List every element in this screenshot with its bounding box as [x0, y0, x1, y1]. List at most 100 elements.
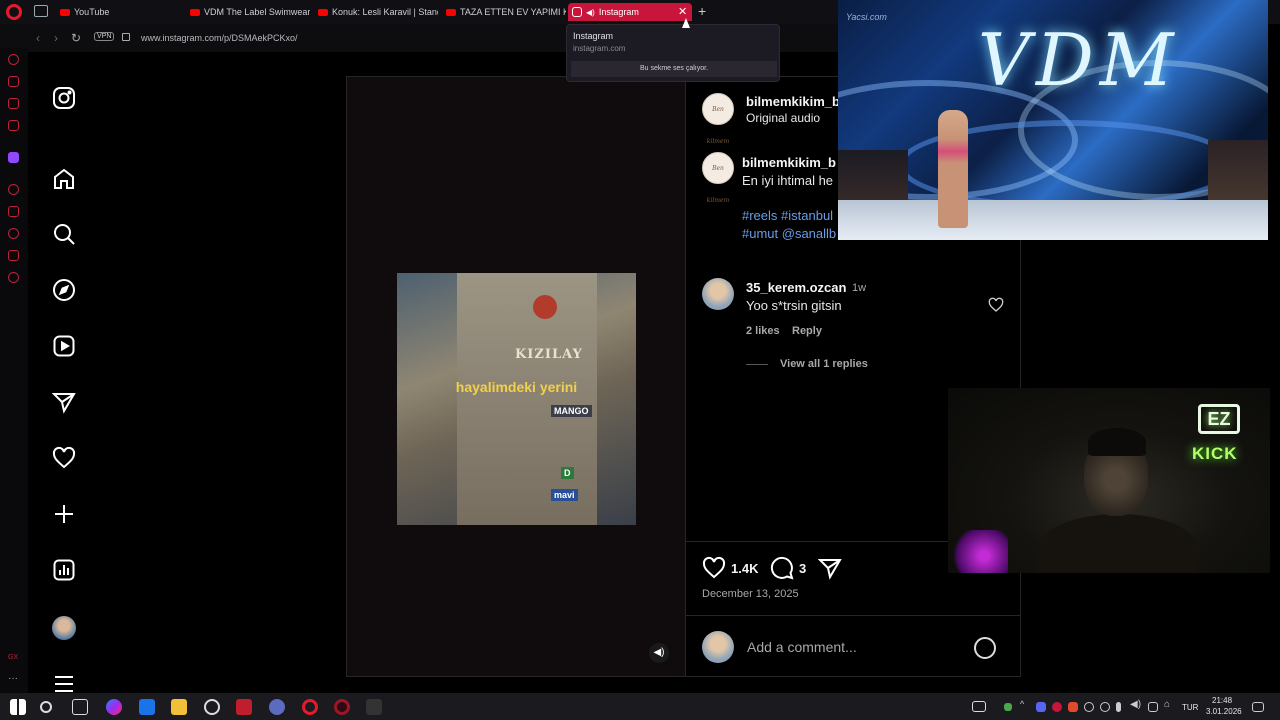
commenter-avatar[interactable] [702, 278, 734, 310]
sidebar-app-icon[interactable] [8, 98, 19, 109]
comment-likes[interactable]: 2 likes [746, 325, 780, 337]
vpn-badge[interactable]: VPN [94, 32, 115, 41]
app-icon[interactable] [269, 699, 285, 715]
share-icon[interactable] [818, 556, 842, 580]
add-comment-input[interactable]: Add a comment... [747, 639, 857, 655]
vdm-logo: VDM [978, 18, 1180, 102]
keyboard-icon[interactable] [972, 701, 986, 712]
reload-icon[interactable]: ↻ [71, 31, 81, 45]
audio-label[interactable]: Original audio [746, 111, 820, 125]
clock-time[interactable]: 21:48 [1212, 696, 1232, 705]
tab-vdm[interactable]: VDM The Label Swimwear [186, 3, 310, 21]
youtube-icon [446, 8, 456, 16]
new-tab-button[interactable]: + [698, 3, 706, 19]
tray-icon[interactable] [1052, 702, 1062, 712]
sidebar-app-icon[interactable] [8, 206, 19, 217]
tab-hover-tooltip: Instagram instagram.com Bu sekme ses çal… [566, 24, 780, 82]
twitch-icon[interactable] [8, 152, 19, 163]
windows-start-icon[interactable] [10, 699, 26, 715]
tab-label: YouTube [74, 7, 110, 17]
back-icon[interactable]: ‹ [36, 31, 40, 45]
history-icon[interactable] [8, 228, 19, 239]
comment-username[interactable]: 35_kerem.ozcan [746, 280, 846, 295]
youtube-icon [60, 8, 70, 16]
language-indicator[interactable]: TUR [1182, 703, 1198, 712]
opera-gx-icon[interactable] [334, 699, 350, 715]
sidebar-app-icon[interactable] [8, 120, 19, 131]
heart-icon[interactable] [52, 446, 76, 470]
reel-video-pane[interactable]: KIZILAY hayalimdeki yerini MANGO mavi D … [347, 77, 685, 676]
opera-logo-icon[interactable] [6, 4, 22, 20]
search-icon[interactable] [40, 701, 52, 713]
caption-username[interactable]: bilmemkikim_b [742, 155, 836, 170]
tooltip-audio-status: Bu sekme ses çalıyor. [571, 61, 777, 77]
windows-taskbar: ^ ◀) ⌂ TUR 21:48 3.01.2026 [0, 693, 1280, 720]
notifications-icon[interactable] [1252, 702, 1264, 712]
copilot-icon[interactable] [106, 699, 122, 715]
author-avatar[interactable]: Ben kilmem [702, 93, 734, 145]
tooltip-title: Instagram [573, 31, 614, 41]
sidebar-app-icon[interactable] [8, 250, 19, 261]
tab-taza[interactable]: TAZA ETTEN EV YAPIMI KA [442, 3, 566, 21]
settings-icon[interactable] [8, 272, 19, 283]
reels-icon[interactable] [52, 334, 76, 358]
caption-avatar[interactable]: Ben kilmem [702, 152, 734, 204]
tab-instagram[interactable]: ◀) Instagram [568, 3, 692, 21]
tab-youtube[interactable]: YouTube [56, 3, 180, 21]
tray-icon[interactable] [1004, 703, 1012, 711]
tray-icon[interactable] [1084, 702, 1094, 712]
messenger-icon[interactable] [8, 54, 19, 65]
post-date[interactable]: December 13, 2025 [702, 588, 799, 600]
comment-bubble-icon[interactable] [770, 556, 794, 580]
messages-icon[interactable] [51, 390, 76, 414]
reel-video[interactable]: KIZILAY hayalimdeki yerini MANGO mavi D [397, 273, 636, 525]
speaker-icon[interactable]: ◀) [1130, 699, 1146, 715]
user-avatar[interactable] [702, 631, 734, 663]
comment-like-heart-icon[interactable] [988, 297, 1004, 313]
like-heart-icon[interactable] [702, 556, 726, 580]
likes-count[interactable]: 1.4K [731, 561, 758, 576]
app-icon[interactable] [139, 699, 155, 715]
home-icon[interactable] [52, 167, 76, 191]
explore-icon[interactable] [52, 278, 76, 302]
app-icon[interactable] [204, 699, 220, 715]
gx-icon[interactable]: GX [8, 654, 19, 665]
file-explorer-icon[interactable] [171, 699, 187, 715]
sidebar-app-icon[interactable] [8, 76, 19, 87]
sound-toggle-button[interactable]: ◀) [649, 643, 669, 663]
tab-label: Instagram [598, 7, 639, 17]
lock-icon[interactable] [122, 33, 130, 41]
tray-icon[interactable] [1100, 702, 1110, 712]
profile-avatar[interactable] [52, 616, 76, 640]
microphone-icon[interactable] [1116, 702, 1121, 712]
search-icon[interactable] [52, 222, 76, 246]
caption-hashtags[interactable]: #umut @sanallb [742, 226, 836, 241]
chevron-up-icon[interactable]: ^ [1020, 699, 1036, 715]
dashboard-icon[interactable] [52, 558, 76, 582]
forward-icon[interactable]: › [54, 31, 58, 45]
url-field[interactable]: www.instagram.com/p/DSMAekPCKxo/ [141, 33, 298, 43]
comment-reply-button[interactable]: Reply [792, 325, 822, 337]
sidebar-more-icon[interactable]: ··· [8, 674, 19, 685]
sidebar-app-icon[interactable] [8, 184, 19, 195]
instagram-logo-icon[interactable] [52, 86, 76, 110]
tray-icon[interactable] [1148, 702, 1158, 712]
close-tab-icon[interactable]: ✕ [678, 5, 687, 18]
clock-date[interactable]: 3.01.2026 [1206, 707, 1242, 716]
pip-video-runway[interactable]: VDM Yacsi.com [838, 0, 1268, 240]
task-view-icon[interactable] [72, 699, 88, 715]
opera-icon[interactable] [302, 699, 318, 715]
network-icon[interactable]: ⌂ [1164, 699, 1180, 715]
tab-konuk[interactable]: Konuk: Lesli Karavil | Stand [314, 3, 438, 21]
workspaces-icon[interactable] [34, 5, 48, 17]
discord-icon[interactable] [1036, 702, 1046, 712]
tray-icon[interactable] [1068, 702, 1078, 712]
emoji-icon[interactable] [974, 637, 996, 659]
view-replies-button[interactable]: View all 1 replies [780, 358, 868, 370]
caption-hashtags[interactable]: #reels #istanbul [742, 208, 833, 223]
voice-app-icon[interactable] [236, 699, 252, 715]
author-username[interactable]: bilmemkikim_b [746, 94, 840, 109]
app-icon[interactable] [366, 699, 382, 715]
create-icon[interactable] [52, 502, 76, 526]
building-image [457, 273, 597, 525]
